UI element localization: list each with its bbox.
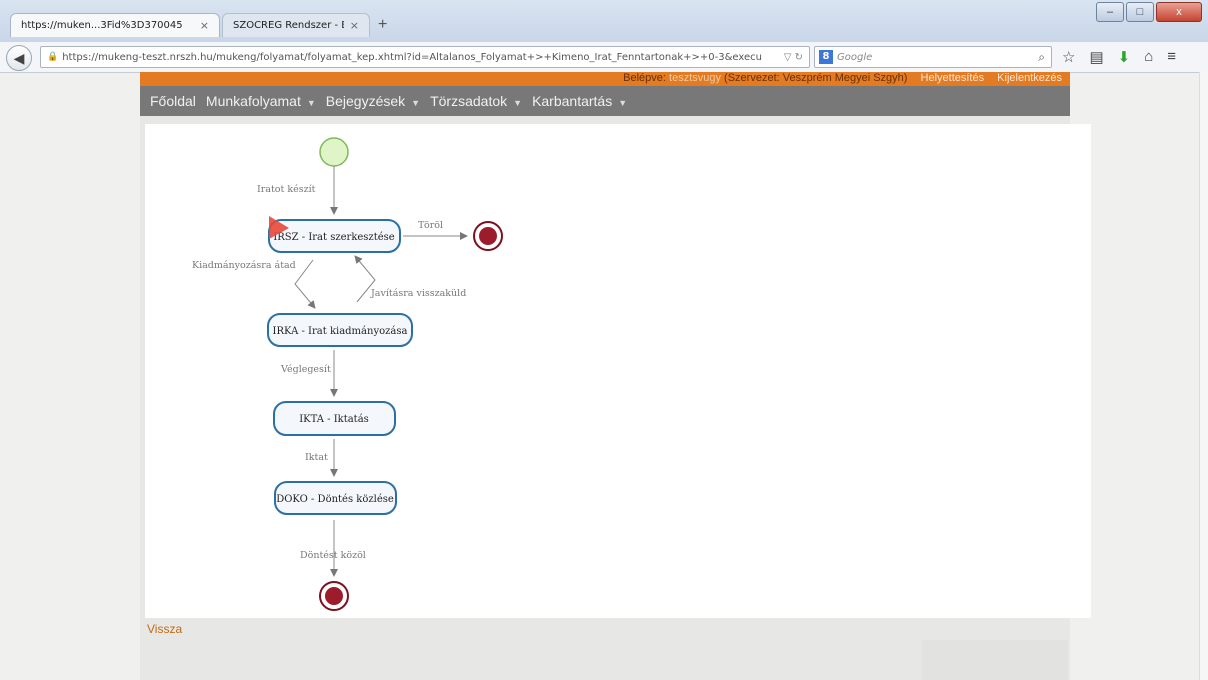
menu-icon[interactable]: ≡ (1167, 48, 1176, 66)
menu-item-label: Munkafolyamat (205, 93, 301, 109)
end-event-core (479, 227, 497, 245)
search-input[interactable]: 8 Google ⌕ (814, 46, 1052, 68)
menu-item-maintenance[interactable]: Karbantartás ▼ (532, 93, 627, 109)
caret-down-icon: ▼ (306, 98, 316, 108)
back-arrow-icon[interactable]: ◀ (6, 45, 32, 71)
main-menu: Főoldal Munkafolyamat ▼ Bejegyzések ▼ Törz… (140, 86, 1070, 116)
edge-label: Döntést közöl (300, 550, 366, 561)
login-info-bar: Belépve: tesztsvugy (Szervezet: Veszprém… (140, 72, 1070, 86)
tab-title: SZOCREG Rendszer - Bejelentk... (233, 20, 344, 31)
close-window-button[interactable]: x (1156, 2, 1202, 22)
caret-down-icon: ▼ (411, 98, 421, 108)
process-diagram-panel: Iratot készít IRSZ - Irat szerkesztése T… (145, 124, 1091, 618)
end-event-core (325, 587, 343, 605)
edge-label: Véglegesít (280, 364, 331, 375)
address-bar[interactable]: 🔒 https://mukeng-teszt.nrszh.hu/mukeng/f… (40, 46, 810, 68)
search-placeholder: Google (837, 51, 873, 63)
maximize-button[interactable]: □ (1126, 2, 1154, 22)
task-label: IRSZ - Irat szerkesztése (273, 232, 394, 243)
window-controls: – □ x (1096, 2, 1202, 22)
menu-item-master-data[interactable]: Törzsadatok ▼ (430, 93, 522, 109)
edge-label: Töröl (418, 220, 443, 231)
caret-down-icon: ▼ (513, 98, 523, 108)
browser-tab-active[interactable]: https://muken...3Fid%3D370045 × (10, 13, 220, 37)
menu-item-home[interactable]: Főoldal (150, 93, 196, 109)
browser-tab[interactable]: SZOCREG Rendszer - Bejelentk... × (222, 13, 370, 37)
logout-link[interactable]: Kijelentkezés (997, 72, 1062, 84)
substitution-link[interactable]: Helyettesítés (921, 72, 985, 84)
footer-panel (922, 640, 1068, 680)
tab-title: https://muken...3Fid%3D370045 (21, 20, 183, 31)
menu-item-label: Bejegyzések (325, 93, 406, 109)
browser-titlebar: https://muken...3Fid%3D370045 × SZOCREG … (0, 0, 1208, 42)
reload-icon[interactable]: ▽ ↻ (784, 52, 809, 63)
login-label: Belépve: (623, 72, 666, 84)
process-diagram: Iratot készít IRSZ - Irat szerkesztése T… (192, 137, 503, 611)
url-text[interactable]: https://mukeng-teszt.nrszh.hu/mukeng/fol… (62, 52, 784, 63)
minimize-button[interactable]: – (1096, 2, 1124, 22)
menu-item-entries[interactable]: Bejegyzések ▼ (326, 93, 420, 109)
back-link[interactable]: Vissza (147, 622, 182, 636)
edge-label: Iratot készít (257, 184, 316, 195)
download-icon[interactable]: ⬇ (1118, 48, 1131, 66)
task-label: DOKO - Döntés közlése (276, 494, 394, 505)
edge-label: Javításra visszaküld (370, 288, 466, 299)
caret-down-icon: ▼ (618, 98, 628, 108)
menu-item-workflow[interactable]: Munkafolyamat ▼ (206, 93, 316, 109)
username: tesztsvugy (669, 72, 721, 84)
edge-line (294, 259, 316, 309)
edge-label: Iktat (305, 452, 328, 463)
edge-label: Kiadmányozásra átad (192, 260, 296, 271)
browser-toolbar-icons: ☆ ▤ ⬇ ⌂ ≡ (1062, 48, 1176, 66)
menu-item-label: Főoldal (150, 93, 196, 109)
menu-item-label: Karbantartás (532, 93, 613, 109)
start-event (319, 137, 349, 167)
task-label: IKTA - Iktatás (299, 414, 369, 425)
close-icon[interactable]: × (194, 19, 209, 32)
bookmark-star-icon[interactable]: ☆ (1062, 48, 1075, 66)
page-scrollbar[interactable] (1199, 72, 1208, 680)
search-icon[interactable]: ⌕ (1038, 50, 1045, 65)
navigation-toolbar: ◀ 🔒 https://mukeng-teszt.nrszh.hu/mukeng… (0, 42, 1208, 73)
reading-list-icon[interactable]: ▤ (1089, 48, 1103, 66)
close-icon[interactable]: × (344, 19, 359, 32)
new-tab-button[interactable]: + (378, 16, 387, 34)
menu-item-label: Törzsadatok (430, 93, 508, 109)
task-label: IRKA - Irat kiadmányozása (273, 326, 408, 337)
google-icon[interactable]: 8 (819, 50, 833, 64)
organization: (Szervezet: Veszprém Megyei Szgyh) (724, 72, 908, 84)
home-icon[interactable]: ⌂ (1144, 48, 1153, 66)
lock-icon: 🔒 (47, 52, 59, 62)
